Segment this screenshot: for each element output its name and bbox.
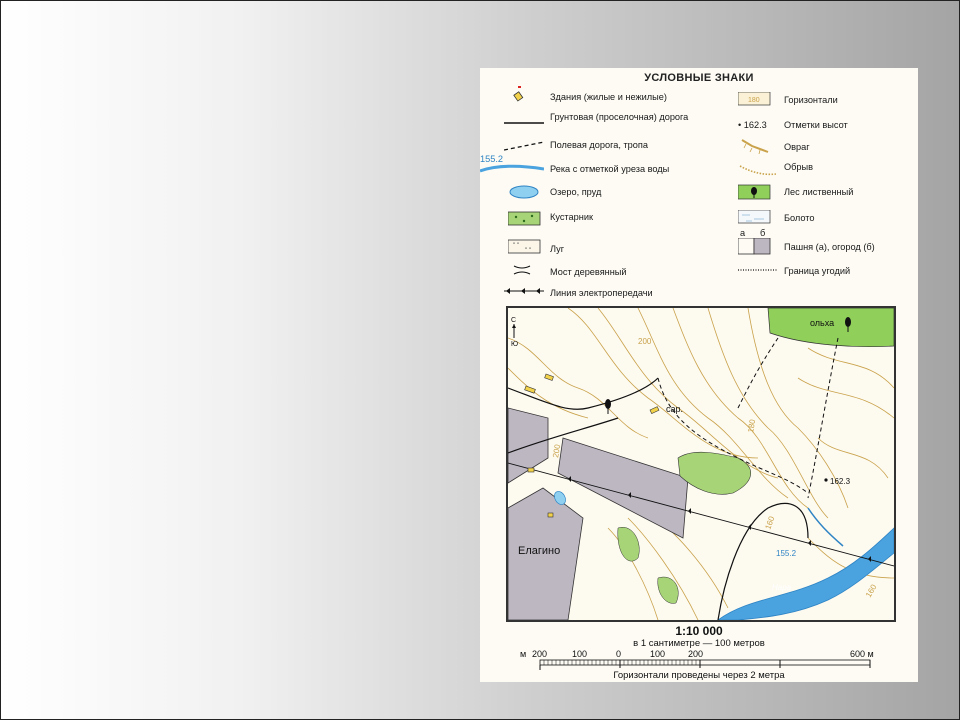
legend-label: Грунтовая (проселочная) дорога xyxy=(550,112,689,122)
ravine-icon xyxy=(741,139,769,154)
meadow-icon: " " " " xyxy=(508,239,541,254)
legend-item-cliff: Обрыв xyxy=(738,160,908,178)
contour-label: 160 xyxy=(864,582,879,599)
elevation-point-label: 162.3 xyxy=(830,477,851,486)
svg-text:600 м: 600 м xyxy=(850,649,874,659)
legend-label: Лес лиственный xyxy=(784,187,854,197)
topographic-map: ольха С Ю Нара 155.2 сар. Елагино 162.3 … xyxy=(506,306,896,622)
bridge-icon xyxy=(513,265,531,275)
river-label: Нара xyxy=(772,583,792,592)
shrub-icon xyxy=(508,211,541,226)
svg-text:180: 180 xyxy=(748,97,760,104)
legend-item-swamp: Болото xyxy=(738,210,908,226)
land-boundary-icon xyxy=(738,269,778,271)
svg-text:100: 100 xyxy=(572,649,587,659)
elevation-point-icon: • 162.3 xyxy=(738,120,767,130)
contour-label: 180 xyxy=(746,418,757,433)
legend-label: Озеро, пруд xyxy=(550,187,602,197)
svg-text:0: 0 xyxy=(616,649,621,659)
contour-icon: 180 xyxy=(738,92,771,106)
legend-item-contour: 180 Горизонтали xyxy=(738,92,908,108)
svg-text:200: 200 xyxy=(688,649,703,659)
swamp-icon xyxy=(738,210,771,224)
contour-label: 200 xyxy=(638,337,652,346)
compass-icon: С Ю xyxy=(511,317,518,348)
legend-item-lake: Озеро, пруд xyxy=(504,184,714,200)
legend-item-arable: а б Пашня (а), огород (б) xyxy=(738,228,908,258)
legend-label: Обрыв xyxy=(784,162,814,172)
legend-item-shrub: Кустарник xyxy=(504,210,714,228)
legend-item-dirt-road: Грунтовая (проселочная) дорога xyxy=(504,112,714,134)
svg-text:С: С xyxy=(511,317,516,324)
legend-label: Полевая дорога, тропа xyxy=(550,140,648,150)
village-label: Елагино xyxy=(518,545,560,557)
field-road-icon xyxy=(504,141,544,151)
shed-label: сар. xyxy=(666,404,683,414)
legend-item-power-line: Линия электропередачи xyxy=(504,286,714,300)
svg-text:200: 200 xyxy=(532,649,547,659)
legend-item-river: 155.2 Река с отметкой уреза воды xyxy=(480,154,714,176)
power-line-icon xyxy=(504,288,544,294)
legend-label: Кустарник xyxy=(550,212,593,222)
legend-label: Река с отметкой уреза воды xyxy=(550,164,670,174)
legend-item-ravine: Овраг xyxy=(738,138,908,154)
forest-patch-2 xyxy=(657,576,679,604)
legend-label: Пашня (а), огород (б) xyxy=(784,242,875,252)
scale-ratio: 1:10 000 xyxy=(675,624,723,638)
elevation-point-icon xyxy=(824,478,828,482)
svg-text:Ю: Ю xyxy=(511,341,518,348)
lake-icon xyxy=(509,185,539,199)
legend-label: Мост деревянный xyxy=(550,267,627,277)
cliff-icon xyxy=(739,165,777,176)
map-drawing: ольха С Ю Нара 155.2 сар. Елагино 162.3 … xyxy=(508,308,894,620)
legend-item-meadow: " " " " Луг xyxy=(504,238,714,256)
legend-item-buildings: Здания (жилые и нежилые) xyxy=(504,86,714,102)
scale-footer: Горизонтали проведены через 2 метра xyxy=(613,670,785,681)
water-level: 155.2 xyxy=(776,549,797,558)
legend-label: Луг xyxy=(550,244,565,254)
deciduous-forest-icon xyxy=(738,184,771,200)
river-nara xyxy=(717,527,894,620)
arable-garden-icon xyxy=(738,238,771,255)
forest-patch xyxy=(617,526,640,562)
stream xyxy=(807,507,844,547)
topographic-map-sheet: УСЛОВНЫЕ ЗНАКИ Здания (жилые и нежилые) … xyxy=(480,68,918,682)
legend-label: Граница угодий xyxy=(784,266,851,276)
svg-text:" ": " " xyxy=(513,243,519,249)
legend-item-field-road: Полевая дорога, тропа xyxy=(504,138,714,152)
legend-label: Линия электропередачи xyxy=(550,288,653,298)
svg-text:м: м xyxy=(520,649,526,659)
dirt-road-icon xyxy=(504,122,544,124)
legend-label: Горизонтали xyxy=(784,95,838,105)
legend-label: Болото xyxy=(784,213,815,223)
svg-text:" ": " " xyxy=(525,248,531,254)
forest-label: ольха xyxy=(810,318,834,328)
tree-icon xyxy=(605,399,611,414)
legend-item-boundary: Граница угодий xyxy=(738,264,908,278)
legend-label: Овраг xyxy=(784,142,810,152)
legend-title: УСЛОВНЫЕ ЗНАКИ xyxy=(644,72,754,84)
building-icon xyxy=(513,86,524,102)
contour-label: 160 xyxy=(763,515,776,531)
legend-label: Здания (жилые и нежилые) xyxy=(550,92,667,102)
svg-text:100: 100 xyxy=(650,649,665,659)
legend-label: Отметки высот xyxy=(784,120,848,130)
river-icon xyxy=(480,164,544,173)
legend-item-forest: Лес лиственный xyxy=(738,184,908,202)
legend-item-elevation: • 162.3 Отметки высот xyxy=(738,118,908,132)
legend-item-bridge: Мост деревянный xyxy=(504,264,714,278)
